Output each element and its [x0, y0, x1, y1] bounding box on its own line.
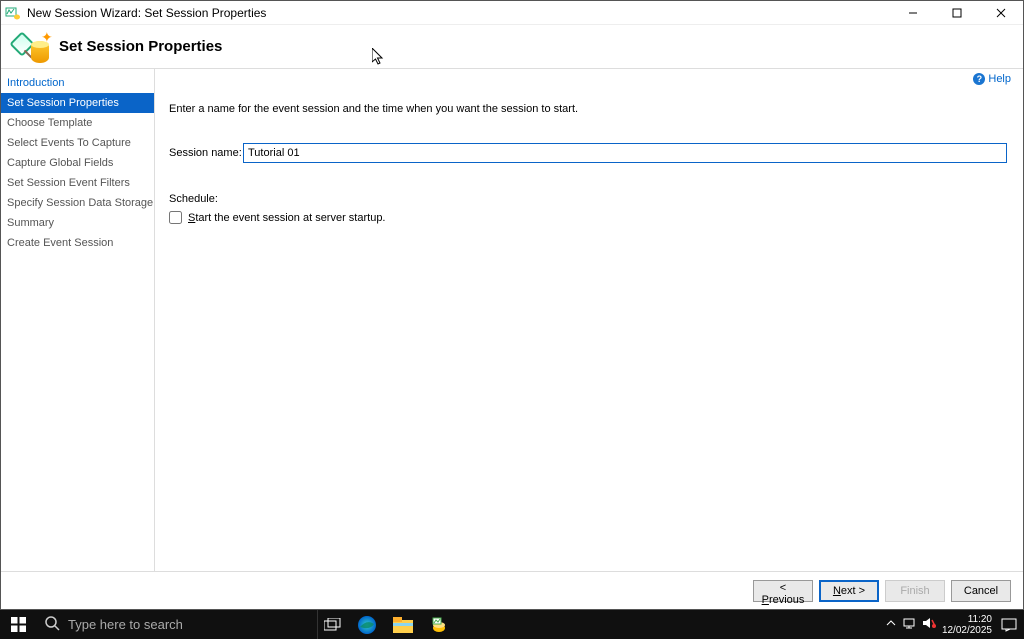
tray-volume-icon[interactable]: [922, 617, 936, 632]
wizard-body: Introduction Set Session Properties Choo…: [1, 69, 1023, 571]
app-icon: [5, 5, 21, 21]
instruction-text: Enter a name for the event session and t…: [169, 103, 1007, 115]
step-choose-template[interactable]: Choose Template: [1, 113, 154, 133]
step-select-events[interactable]: Select Events To Capture: [1, 133, 154, 153]
step-set-session-properties[interactable]: Set Session Properties: [1, 93, 154, 113]
titlebar: New Session Wizard: Set Session Properti…: [1, 1, 1023, 25]
window-title: New Session Wizard: Set Session Properti…: [27, 6, 891, 20]
previous-button[interactable]: < Previous: [753, 580, 813, 602]
system-tray: 11:20 12/02/2025: [886, 614, 1024, 636]
maximize-button[interactable]: [935, 1, 979, 25]
help-link[interactable]: ? Help: [973, 73, 1011, 85]
task-view-button[interactable]: [318, 610, 348, 639]
notifications-button[interactable]: [998, 614, 1020, 636]
clock-time: 11:20: [942, 614, 992, 625]
autostart-row: Start the event session at server startu…: [169, 211, 1007, 224]
session-name-label: Session name:: [169, 147, 243, 159]
clock-date: 12/02/2025: [942, 625, 992, 636]
taskbar-clock[interactable]: 11:20 12/02/2025: [942, 614, 992, 636]
taskbar: Type here to search 11:20 12/02/2025: [0, 610, 1024, 639]
tray-chevron-icon[interactable]: [886, 618, 896, 631]
finish-button: Finish: [885, 580, 945, 602]
taskbar-explorer-icon[interactable]: [386, 610, 420, 639]
session-name-row: Session name:: [169, 143, 1007, 163]
window-controls: [891, 1, 1023, 25]
search-icon: [44, 615, 60, 634]
autostart-label[interactable]: Start the event session at server startu…: [188, 212, 386, 224]
taskbar-edge-icon[interactable]: [350, 610, 384, 639]
schedule-label: Schedule:: [169, 193, 1007, 205]
step-capture-global-fields[interactable]: Capture Global Fields: [1, 153, 154, 173]
taskbar-ssms-icon[interactable]: [422, 610, 456, 639]
step-introduction[interactable]: Introduction: [1, 73, 154, 93]
minimize-button[interactable]: [891, 1, 935, 25]
page-title: Set Session Properties: [59, 38, 222, 55]
step-summary[interactable]: Summary: [1, 213, 154, 233]
step-create-event-session[interactable]: Create Event Session: [1, 233, 154, 253]
taskbar-apps: [350, 610, 456, 639]
wizard-window: New Session Wizard: Set Session Properti…: [0, 0, 1024, 610]
sidebar: Introduction Set Session Properties Choo…: [1, 69, 155, 571]
cancel-button[interactable]: Cancel: [951, 580, 1011, 602]
start-button[interactable]: [0, 610, 36, 639]
main-content: ? Help Enter a name for the event sessio…: [155, 69, 1023, 571]
taskbar-search[interactable]: Type here to search: [36, 610, 318, 639]
search-placeholder: Type here to search: [68, 617, 183, 632]
next-button[interactable]: Next >: [819, 580, 879, 602]
wizard-icon: ✦: [11, 29, 51, 65]
session-name-input[interactable]: [243, 143, 1007, 163]
wizard-header: ✦ Set Session Properties: [1, 25, 1023, 69]
step-data-storage[interactable]: Specify Session Data Storage: [1, 193, 154, 213]
autostart-checkbox[interactable]: [169, 211, 182, 224]
help-label: Help: [988, 73, 1011, 85]
close-button[interactable]: [979, 1, 1023, 25]
help-icon: ?: [973, 73, 985, 85]
step-set-event-filters[interactable]: Set Session Event Filters: [1, 173, 154, 193]
tray-network-icon[interactable]: [902, 617, 916, 632]
footer: < Previous Next > Finish Cancel: [1, 571, 1023, 609]
